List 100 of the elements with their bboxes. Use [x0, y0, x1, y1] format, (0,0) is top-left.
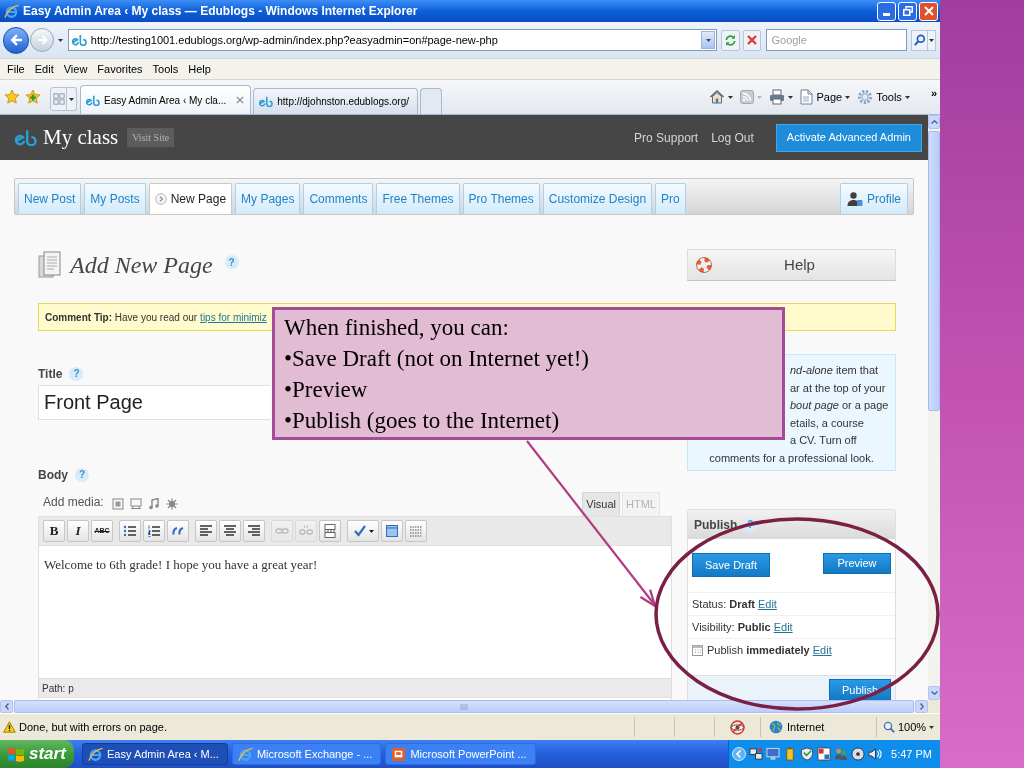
search-field[interactable]: Google: [766, 29, 908, 51]
nav-tab[interactable]: Customize Design: [542, 183, 653, 214]
browser-tab[interactable]: Easy Admin Area ‹ My cla...: [80, 85, 252, 114]
search-button[interactable]: [911, 29, 929, 51]
nav-tab[interactable]: Free Themes: [376, 183, 460, 214]
up-chevron-icon: [930, 120, 938, 124]
numbered-list-button[interactable]: [143, 520, 165, 542]
tab-list-button[interactable]: [67, 87, 77, 111]
disc-icon[interactable]: [851, 747, 866, 761]
taskbar-button[interactable]: Microsoft Exchange - ...: [231, 743, 382, 765]
dotted-rows-icon: [409, 524, 423, 538]
people-icon[interactable]: [834, 747, 849, 761]
preview-button[interactable]: Preview: [823, 553, 891, 574]
scroll-right-button[interactable]: [915, 700, 928, 713]
start-button[interactable]: start: [0, 740, 74, 768]
address-dropdown-button[interactable]: [701, 31, 716, 49]
nav-tab[interactable]: New Post: [18, 183, 82, 214]
screen-icon[interactable]: [129, 498, 142, 510]
menu-item[interactable]: View: [58, 59, 93, 79]
align-left-button[interactable]: [195, 520, 217, 542]
tips-link[interactable]: tips for minimiz: [200, 311, 267, 323]
align-left-icon: [199, 524, 213, 538]
tiles-icon[interactable]: [817, 747, 832, 761]
blockquote-button[interactable]: [167, 520, 189, 542]
close-button[interactable]: [919, 1, 938, 21]
editor-mode-tab[interactable]: Visual: [582, 492, 621, 516]
stop-button[interactable]: [742, 29, 762, 51]
windows-flag-icon: [7, 745, 25, 763]
privacy-eye-icon: [730, 719, 745, 735]
address-field[interactable]: http://testing1001.edublogs.org/wp-admin/index.php?easyadmin=on#page-new-php: [67, 29, 718, 51]
visit-site-link[interactable]: Visit Site: [127, 128, 175, 147]
title-input[interactable]: Front Page: [38, 385, 270, 420]
scroll-up-button[interactable]: [928, 115, 940, 129]
help-marker[interactable]: ?: [224, 255, 239, 269]
path-text: Path: p: [42, 681, 74, 696]
nav-tab[interactable]: Comments: [303, 183, 374, 214]
bulleted-list-button[interactable]: [119, 520, 141, 542]
restore-button[interactable]: [898, 1, 917, 21]
help-marker[interactable]: ?: [75, 467, 89, 482]
info-text-fragment: etails, a course: [790, 416, 864, 429]
more-commands-button[interactable]: »: [930, 84, 937, 102]
image-icon[interactable]: [111, 498, 124, 510]
favorites-star-icon[interactable]: [4, 89, 20, 105]
align-right-button[interactable]: [243, 520, 265, 542]
numbered-list-icon: [147, 524, 161, 538]
edit-link[interactable]: Edit: [757, 597, 777, 610]
list-icon: [123, 524, 137, 538]
bold-button[interactable]: B: [43, 520, 65, 542]
menu-item[interactable]: Help: [183, 59, 216, 79]
scroll-thumb[interactable]: [928, 131, 940, 411]
music-note-icon[interactable]: [147, 498, 160, 510]
help-button[interactable]: Help: [687, 249, 896, 281]
taskbar-button[interactable]: Microsoft PowerPoint ...: [385, 743, 536, 765]
align-center-button[interactable]: [219, 520, 241, 542]
tools-menu-button[interactable]: Tools: [857, 86, 910, 108]
nav-tab[interactable]: Pro Themes: [462, 183, 540, 214]
menu-item[interactable]: Edit: [29, 59, 59, 79]
search-options-button[interactable]: [928, 29, 936, 51]
nav-tab[interactable]: Pro: [655, 183, 686, 214]
network-icon[interactable]: [749, 747, 764, 761]
close-icon[interactable]: [236, 96, 245, 104]
nav-tab[interactable]: My Pages: [235, 183, 301, 214]
activate-advanced-admin-button[interactable]: Activate Advanced Admin: [775, 123, 922, 152]
fullscreen-button[interactable]: [381, 520, 403, 542]
warning-icon: [3, 721, 16, 733]
taskbar-button[interactable]: Easy Admin Area ‹ M...: [82, 743, 228, 765]
edit-link[interactable]: Edit: [773, 620, 793, 633]
save-draft-button[interactable]: Save Draft: [692, 553, 770, 577]
editor-field[interactable]: Welcome to 6th grade! I hope you have a great year!: [38, 546, 672, 678]
italic-button[interactable]: I: [67, 520, 89, 542]
back-button[interactable]: [3, 26, 30, 54]
print-button[interactable]: [769, 86, 794, 108]
header-link[interactable]: Log Out: [711, 128, 754, 147]
edit-link[interactable]: Edit: [812, 643, 832, 656]
menu-item[interactable]: File: [2, 59, 30, 79]
close-icon: [923, 6, 934, 16]
menu-item[interactable]: Tools: [147, 59, 184, 79]
refresh-button[interactable]: [721, 29, 740, 51]
toolbar-toggle-button[interactable]: [405, 520, 427, 542]
help-marker[interactable]: ?: [69, 366, 84, 381]
page-menu-button[interactable]: Page: [800, 86, 851, 108]
menu-item[interactable]: Favorites: [92, 59, 148, 79]
left-chevron-icon: [4, 703, 9, 710]
field-label: Body: [38, 466, 68, 484]
profile-tab[interactable]: Profile: [840, 183, 908, 214]
scroll-left-button[interactable]: [0, 700, 13, 713]
browser-tab[interactable]: http://djohnston.edublogs.org/: [253, 88, 419, 114]
page-break-button[interactable]: [319, 520, 341, 542]
nav-tab[interactable]: My Posts: [84, 183, 146, 214]
header-link[interactable]: Pro Support: [634, 128, 699, 147]
nav-tab[interactable]: New Page: [148, 183, 233, 214]
speaker-icon[interactable]: [868, 747, 883, 761]
shield-icon[interactable]: [800, 747, 815, 761]
minimize-button[interactable]: [877, 1, 896, 21]
star-plus-icon[interactable]: [25, 89, 41, 105]
visibility-text: Visibility: Public Edit: [692, 619, 793, 635]
scroll-down-button[interactable]: [928, 686, 940, 700]
spellcheck-button[interactable]: [347, 520, 379, 542]
window-icon: [385, 524, 399, 538]
burst-icon[interactable]: [165, 498, 178, 510]
